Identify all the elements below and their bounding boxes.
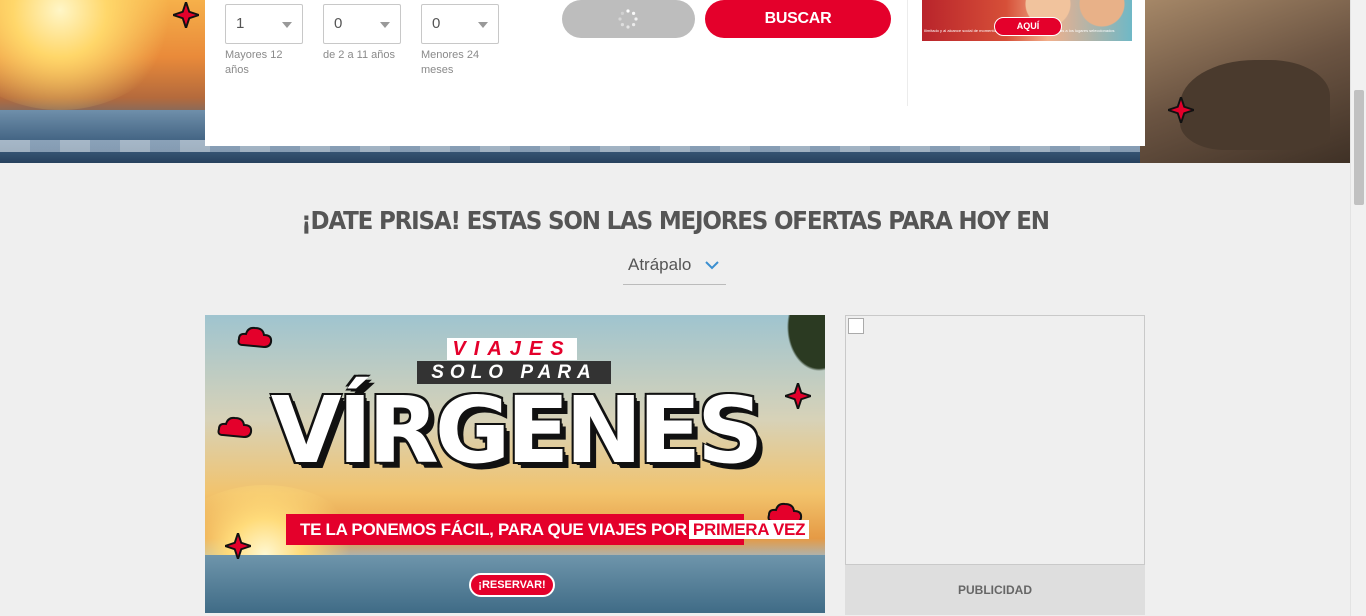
rock bbox=[1180, 60, 1330, 150]
banner-tagline: TE LA PONEMOS FÁCIL, PARA QUE VIAJES POR… bbox=[286, 514, 810, 545]
banner-line1: VIAJES bbox=[447, 338, 577, 360]
ad-slot[interactable] bbox=[845, 315, 1145, 565]
loading-button[interactable] bbox=[562, 0, 695, 38]
site-dropdown-value: Atrápalo bbox=[628, 255, 692, 274]
ad-label: PUBLICIDAD bbox=[845, 565, 1145, 615]
promo-hero-banner[interactable]: VIAJES SOLO PARA VÍRGENES TE LA PONEMOS … bbox=[205, 315, 825, 613]
search-form-card: 1 Mayores 12 años 0 de 2 a 11 años 0 Men… bbox=[205, 0, 1145, 146]
chevron-down-icon bbox=[705, 261, 719, 270]
adults-label: Mayores 12 años bbox=[225, 49, 283, 76]
loading-spinner-icon bbox=[618, 9, 638, 29]
cloud-icon bbox=[217, 415, 253, 441]
banner-title: VÍRGENES bbox=[270, 377, 764, 484]
adults-select[interactable]: 1 bbox=[225, 4, 303, 44]
offers-headline: ¡DATE PRISA! ESTAS SON LAS MEJORES OFERT… bbox=[301, 206, 1050, 235]
sunset-glow bbox=[0, 0, 180, 110]
banner-tagline-highlight: PRIMERA VEZ bbox=[688, 520, 810, 539]
broken-image-icon bbox=[848, 318, 864, 334]
divider bbox=[907, 0, 908, 106]
infants-value: 0 bbox=[432, 15, 441, 32]
search-flight-hotel-button[interactable]: BUSCAR VUELO+HOTEL bbox=[705, 0, 891, 65]
star-icon bbox=[1164, 93, 1198, 127]
infants-select[interactable]: 0 bbox=[421, 4, 499, 44]
infants-label: Menores 24 meses bbox=[421, 49, 480, 76]
page-scrollbar[interactable] bbox=[1350, 0, 1366, 616]
caret-down-icon bbox=[282, 22, 292, 28]
caret-down-icon bbox=[380, 22, 390, 28]
caret-down-icon bbox=[478, 22, 488, 28]
promo-here-button[interactable]: AQUÍ bbox=[994, 17, 1062, 36]
reserve-button[interactable]: ¡RESERVAR! bbox=[469, 573, 555, 597]
star-icon bbox=[781, 379, 815, 413]
children-select[interactable]: 0 bbox=[323, 4, 401, 44]
star-icon bbox=[169, 0, 203, 32]
children-value: 0 bbox=[334, 15, 343, 32]
cloud-icon bbox=[237, 325, 273, 351]
site-dropdown[interactable]: Atrápalo bbox=[623, 245, 726, 285]
adults-value: 1 bbox=[236, 15, 245, 32]
star-icon bbox=[221, 529, 255, 563]
scrollbar-thumb[interactable] bbox=[1354, 90, 1364, 205]
children-label: de 2 a 11 años bbox=[323, 49, 395, 61]
promo-banner[interactable]: Ilimitado y al alcance social de momento… bbox=[922, 0, 1132, 41]
banner-tagline-text: TE LA PONEMOS FÁCIL, PARA QUE VIAJES POR bbox=[300, 520, 687, 539]
